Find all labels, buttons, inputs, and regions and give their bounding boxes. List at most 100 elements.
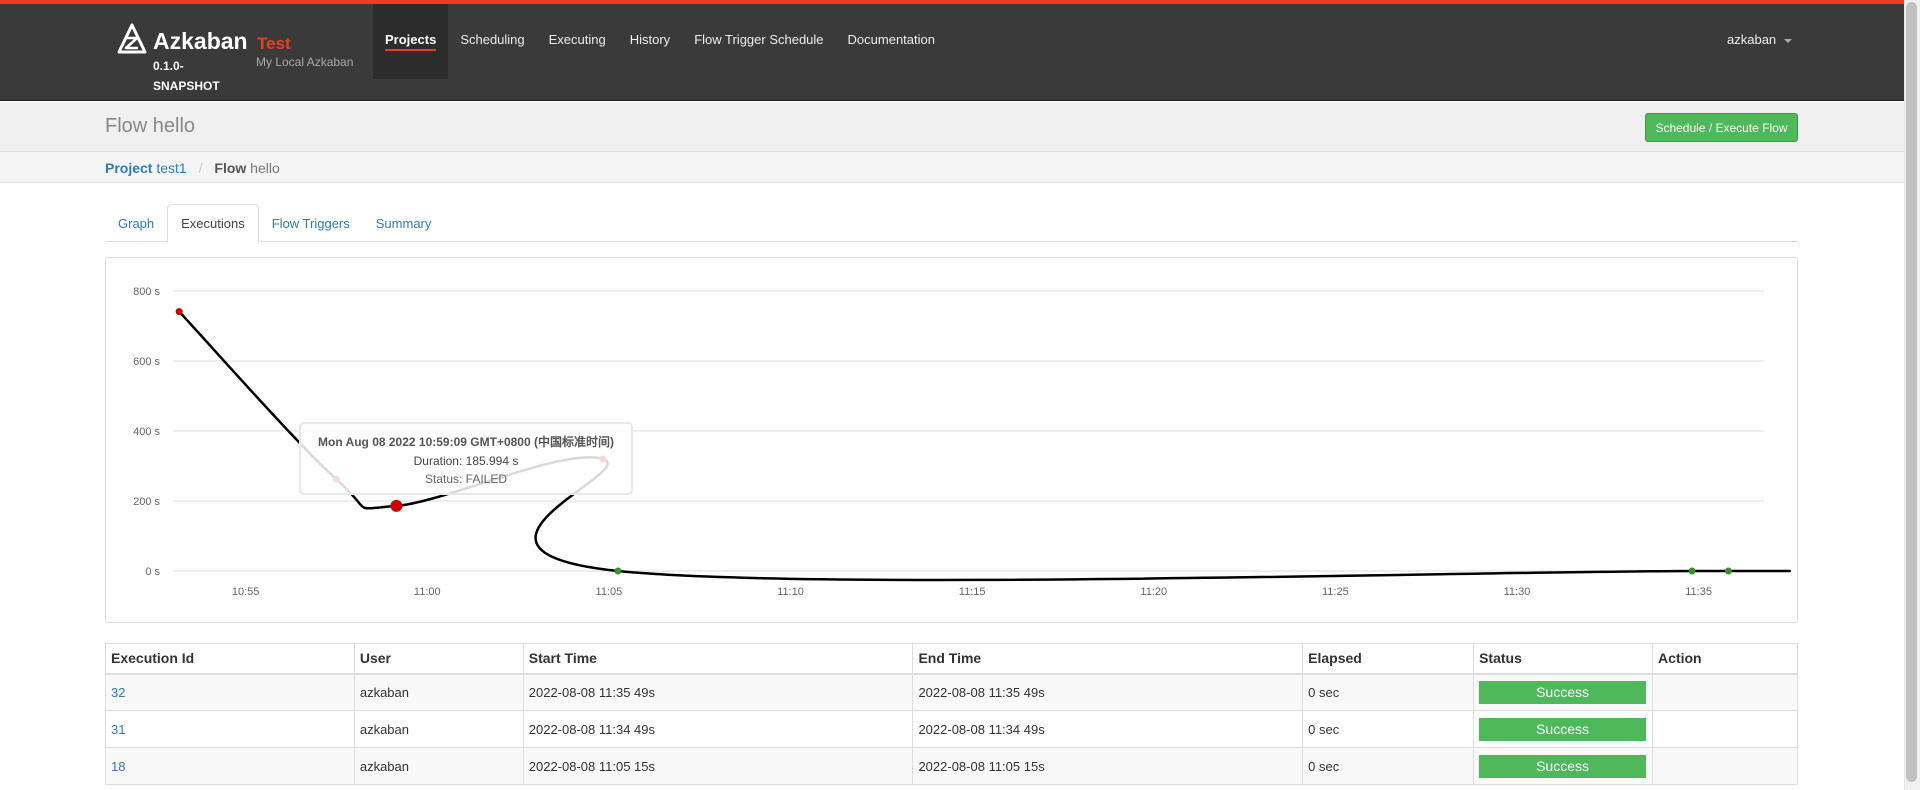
y-tick-label: 200 s (133, 496, 160, 508)
breadcrumb-separator: / (198, 160, 203, 176)
data-point (614, 567, 622, 575)
data-point (390, 499, 403, 512)
start-time-cell: 2022-08-08 11:35 49s (522, 673, 914, 711)
user-name: azkaban (1727, 32, 1777, 47)
column-header[interactable]: Elapsed (1302, 643, 1475, 675)
top-navbar: Azkaban 0.1.0-SNAPSHOT Test My Local Azk… (0, 4, 1920, 101)
nav-item-documentation[interactable]: Documentation (836, 4, 947, 79)
x-tick-label: 10:55 (232, 586, 260, 598)
x-tick-label: 11:15 (959, 586, 986, 598)
azkaban-logo-icon (117, 23, 147, 54)
status-badge: Success (1479, 717, 1647, 741)
app-name: Azkaban (153, 28, 248, 54)
nav-item-label: Scheduling (460, 32, 525, 47)
chart-tooltip: Mon Aug 08 2022 10:59:09 GMT+0800 (中国标准时… (299, 422, 633, 495)
elapsed-cell: 0 sec (1302, 673, 1475, 711)
status-cell: Success (1473, 673, 1654, 711)
nav-item-label: Flow Trigger Schedule (694, 32, 824, 47)
nav-item-scheduling[interactable]: Scheduling (448, 4, 536, 79)
nav-item-projects[interactable]: Projects (373, 4, 449, 79)
nav-item-label: Executing (548, 32, 606, 47)
nav-item-flow-trigger-schedule[interactable]: Flow Trigger Schedule (682, 4, 835, 79)
nav-item-label: History (629, 32, 671, 47)
breadcrumb-project-key: Project (105, 160, 153, 176)
x-tick-label: 11:20 (1140, 586, 1167, 598)
action-cell (1652, 710, 1798, 748)
page-header: Flow hello Schedule / Execute Flow (0, 102, 1904, 152)
user-cell: azkaban (353, 710, 524, 748)
status-cell: Success (1473, 710, 1654, 748)
breadcrumb-bar: Project test1 / Flow hello (0, 152, 1904, 183)
column-header[interactable]: Execution Id (105, 643, 355, 675)
column-header[interactable]: User (353, 643, 524, 675)
y-tick-label: 600 s (133, 356, 160, 368)
status-badge: Success (1479, 754, 1647, 778)
elapsed-cell: 0 sec (1302, 747, 1475, 785)
start-time-cell: 2022-08-08 11:34 49s (522, 710, 914, 748)
x-tick-label: 11:25 (1322, 586, 1349, 598)
column-header[interactable]: Status (1473, 643, 1654, 675)
execution-id-link[interactable]: 32 (111, 685, 125, 700)
start-time-cell: 2022-08-08 11:05 15s (522, 747, 914, 785)
nav-item-label: Projects (385, 32, 437, 51)
breadcrumb-project-link[interactable]: Project test1 (105, 160, 187, 176)
elapsed-cell: 0 sec (1302, 710, 1475, 748)
table-row: 32 azkaban 2022-08-08 11:35 49s 2022-08-… (105, 673, 1798, 711)
main-nav: Projects Scheduling Executing History Fl… (373, 4, 947, 79)
page-title: Flow hello (105, 115, 195, 138)
end-time-cell: 2022-08-08 11:34 49s (912, 710, 1304, 748)
y-tick-label: 0 s (145, 566, 160, 578)
tooltip-duration: Duration: 185.994 s (413, 454, 519, 468)
tab-executions[interactable]: Executions (167, 204, 259, 243)
x-tick-label: 11:10 (777, 586, 804, 598)
y-tick-label: 800 s (133, 286, 160, 298)
status-cell: Success (1473, 747, 1654, 785)
table-header-row: Execution Id User Start Time End Time El… (105, 643, 1798, 675)
tooltip-title: Mon Aug 08 2022 10:59:09 GMT+0800 (中国标准时… (318, 435, 614, 449)
breadcrumb-project-name: test1 (156, 160, 187, 176)
execution-id-link[interactable]: 18 (111, 759, 125, 774)
page-title-flow-name: hello (152, 115, 196, 137)
x-tick-label: 11:00 (414, 586, 441, 598)
breadcrumb: Project test1 / Flow hello (105, 160, 280, 176)
execution-id-cell: 31 (105, 710, 355, 748)
y-tick-label: 400 s (133, 426, 160, 438)
action-cell (1652, 673, 1798, 711)
schedule-execute-flow-button[interactable]: Schedule / Execute Flow (1645, 113, 1798, 142)
status-badge: Success (1479, 680, 1647, 704)
column-header[interactable]: Action (1652, 643, 1798, 675)
x-tick-label: 11:30 (1504, 586, 1531, 598)
environment-description: My Local Azkaban (256, 55, 354, 69)
tab-summary[interactable]: Summary (363, 204, 445, 242)
execution-id-cell: 32 (105, 673, 355, 711)
end-time-cell: 2022-08-08 11:35 49s (912, 673, 1304, 711)
tab-graph[interactable]: Graph (105, 204, 167, 242)
scrollbar-thumb[interactable] (1906, 2, 1917, 782)
end-time-cell: 2022-08-08 11:05 15s (912, 747, 1304, 785)
app-version: 0.1.0-SNAPSHOT (153, 59, 220, 93)
breadcrumb-flow-key: Flow (214, 160, 247, 176)
page-title-prefix: Flow (105, 115, 148, 137)
column-header[interactable]: End Time (912, 643, 1304, 675)
user-menu[interactable]: azkaban (1727, 32, 1792, 47)
environment-name: Test (257, 34, 291, 53)
user-cell: azkaban (353, 747, 524, 785)
data-point (1724, 567, 1732, 575)
nav-item-history[interactable]: History (618, 4, 682, 79)
executions-table: Execution Id User Start Time End Time El… (105, 643, 1798, 785)
x-tick-label: 11:05 (596, 586, 623, 598)
breadcrumb-flow-name: hello (250, 160, 280, 176)
nav-item-executing[interactable]: Executing (537, 4, 618, 79)
execution-id-link[interactable]: 31 (111, 722, 125, 737)
data-point (1688, 567, 1696, 575)
breadcrumb-flow: Flow hello (214, 160, 279, 176)
column-header[interactable]: Start Time (522, 643, 914, 675)
tooltip-status: Status: FAILED (424, 472, 508, 486)
user-cell: azkaban (353, 673, 524, 711)
action-cell (1652, 747, 1798, 785)
data-point (175, 308, 183, 316)
nav-item-label: Documentation (847, 32, 935, 47)
table-row: 31 azkaban 2022-08-08 11:34 49s 2022-08-… (105, 710, 1798, 748)
tab-flow-triggers[interactable]: Flow Triggers (259, 204, 363, 242)
execution-id-cell: 18 (105, 747, 355, 785)
